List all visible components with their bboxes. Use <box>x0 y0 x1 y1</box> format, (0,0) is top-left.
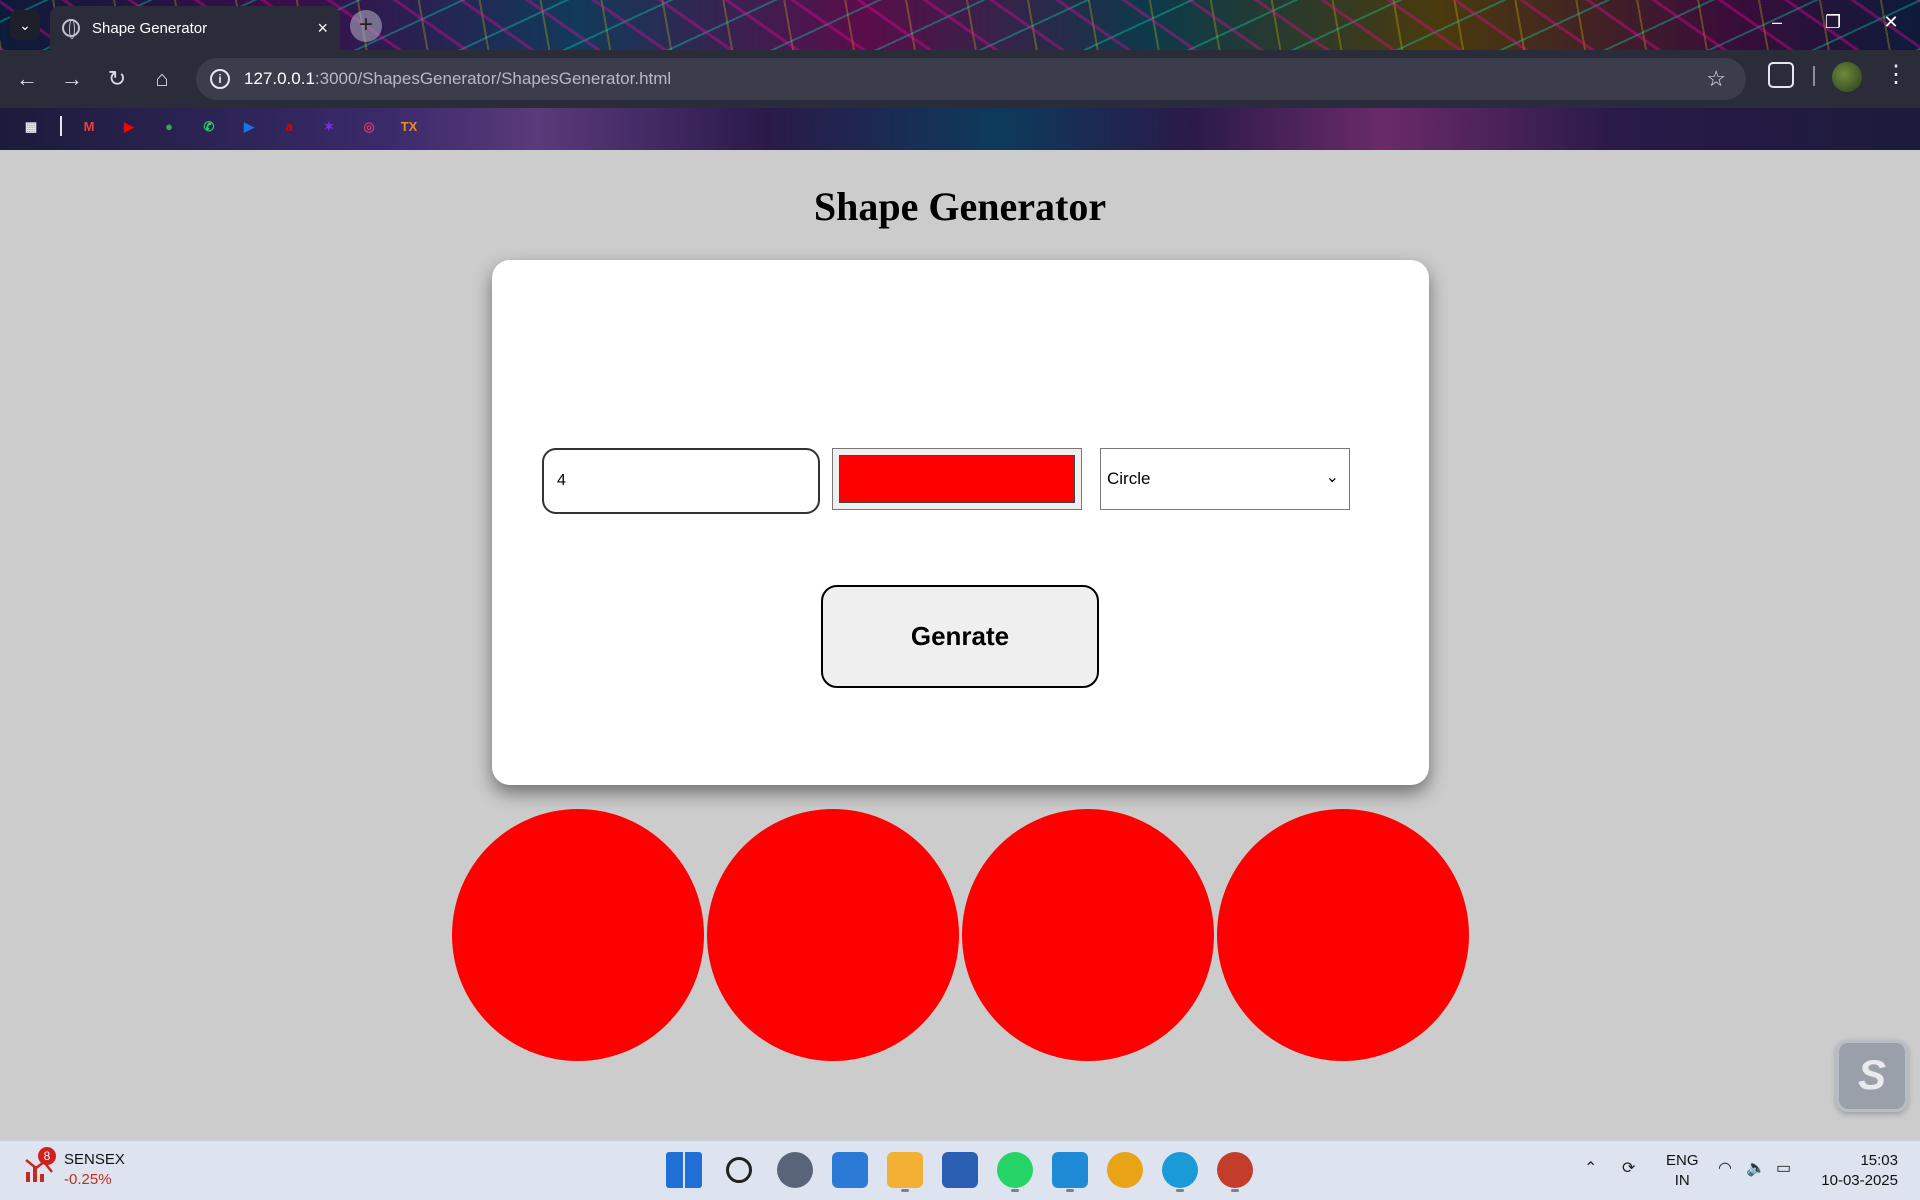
lang-region: IN <box>1674 1172 1690 1189</box>
battery-icon[interactable]: ▭ <box>1776 1158 1791 1178</box>
chrome-profile-icon[interactable] <box>1217 1152 1253 1188</box>
bookmark-separator <box>60 116 62 136</box>
address-bar[interactable]: i 127.0.0.1:3000/ShapesGenerator/ShapesG… <box>196 58 1746 100</box>
generated-shapes <box>452 809 1472 1061</box>
clock-date: 10-03-2025 <box>1821 1172 1898 1189</box>
toolbar-divider <box>1813 66 1815 86</box>
play-icon[interactable]: ▶ <box>238 116 260 138</box>
apps-grid-icon[interactable]: ▦ <box>20 116 42 138</box>
profile-avatar[interactable] <box>1832 62 1862 92</box>
generate-button[interactable]: Genrate <box>821 585 1099 688</box>
wifi-icon[interactable]: ◠ <box>1718 1158 1732 1178</box>
tab-close-icon[interactable]: × <box>317 18 328 39</box>
running-indicator <box>1176 1189 1184 1192</box>
more-menu-icon[interactable]: ⋮ <box>1884 60 1908 89</box>
running-indicator <box>901 1189 909 1192</box>
settings-icon[interactable] <box>777 1152 813 1188</box>
reload-icon[interactable]: ↻ <box>102 64 132 94</box>
whatsapp-icon[interactable] <box>997 1152 1033 1188</box>
shape-type-select[interactable]: Circle ⌄ <box>1100 448 1350 510</box>
home-icon[interactable]: ⌂ <box>147 64 177 94</box>
airtel-icon[interactable]: a <box>278 116 300 138</box>
globe-icon <box>62 19 80 39</box>
whatsapp-icon[interactable]: ✆ <box>198 116 220 138</box>
generated-circle <box>962 809 1214 1061</box>
instagram-icon[interactable]: ◎ <box>358 116 380 138</box>
running-indicator <box>1066 1189 1074 1192</box>
page-title: Shape Generator <box>813 184 1107 229</box>
edge-icon[interactable] <box>1162 1152 1198 1188</box>
bookmark-star-icon[interactable]: ☆ <box>1706 66 1726 92</box>
canva-icon[interactable]: ✶ <box>318 116 340 138</box>
store-icon[interactable] <box>942 1152 978 1188</box>
clock[interactable]: 15:03 10-03-2025 <box>1818 1151 1898 1191</box>
url-host: 127.0.0.1 <box>244 69 315 88</box>
windows-start-icon[interactable] <box>666 1152 702 1188</box>
clock-time: 15:03 <box>1860 1152 1898 1169</box>
color-swatch <box>839 455 1075 503</box>
running-indicator <box>1011 1189 1019 1192</box>
vscode-icon[interactable] <box>1052 1152 1088 1188</box>
floating-assistant-button[interactable]: S <box>1836 1040 1908 1112</box>
search-icon[interactable] <box>726 1157 752 1183</box>
sync-icon[interactable]: ⟳ <box>1622 1158 1635 1178</box>
shape-select-value: Circle <box>1107 469 1151 488</box>
tab-title: Shape Generator <box>92 19 208 37</box>
file-explorer-icon[interactable] <box>887 1152 923 1188</box>
chevron-down-icon: ⌄ <box>1325 469 1339 486</box>
new-tab-button[interactable]: + <box>350 10 382 42</box>
chrome-icon[interactable] <box>1107 1152 1143 1188</box>
stock-change: -0.25% <box>64 1171 112 1188</box>
notification-badge: 8 <box>38 1147 56 1165</box>
volume-icon[interactable]: 🔈 <box>1746 1158 1766 1178</box>
tab-shape-generator[interactable]: Shape Generator × <box>50 6 340 50</box>
lang-code: ENG <box>1666 1152 1699 1169</box>
restore-button[interactable]: ❐ <box>1818 12 1848 33</box>
shape-count-input[interactable] <box>542 448 820 514</box>
site-info-icon[interactable]: i <box>210 69 230 89</box>
maps-icon[interactable]: ● <box>158 116 180 138</box>
generated-circle <box>707 809 959 1061</box>
minimize-button[interactable]: – <box>1762 12 1792 33</box>
generator-card: Circle ⌄ Genrate <box>492 260 1429 785</box>
gmail-icon[interactable]: M <box>78 116 100 138</box>
url-path: :3000/ShapesGenerator/ShapesGenerator.ht… <box>314 69 672 88</box>
color-picker[interactable] <box>832 448 1082 510</box>
tx-icon[interactable]: TX <box>398 116 420 138</box>
input-language[interactable]: ENG IN <box>1666 1151 1699 1191</box>
forward-icon[interactable]: → <box>57 64 87 94</box>
generated-circle <box>452 809 704 1061</box>
browser-toolbar: ← → ↻ ⌂ i 127.0.0.1:3000/ShapesGenerator… <box>0 50 1920 108</box>
back-icon[interactable]: ← <box>12 64 42 94</box>
running-indicator <box>1231 1189 1239 1192</box>
youtube-icon[interactable]: ▶ <box>118 116 140 138</box>
photos-icon[interactable] <box>832 1152 868 1188</box>
stock-name[interactable]: SENSEX <box>64 1151 125 1168</box>
tray-overflow-icon[interactable]: ⌃ <box>1584 1158 1597 1178</box>
close-window-button[interactable]: ✕ <box>1876 12 1906 33</box>
extensions-icon[interactable] <box>1768 62 1794 88</box>
tab-search-button[interactable]: ⌄ <box>10 10 40 40</box>
generated-circle <box>1217 809 1469 1061</box>
